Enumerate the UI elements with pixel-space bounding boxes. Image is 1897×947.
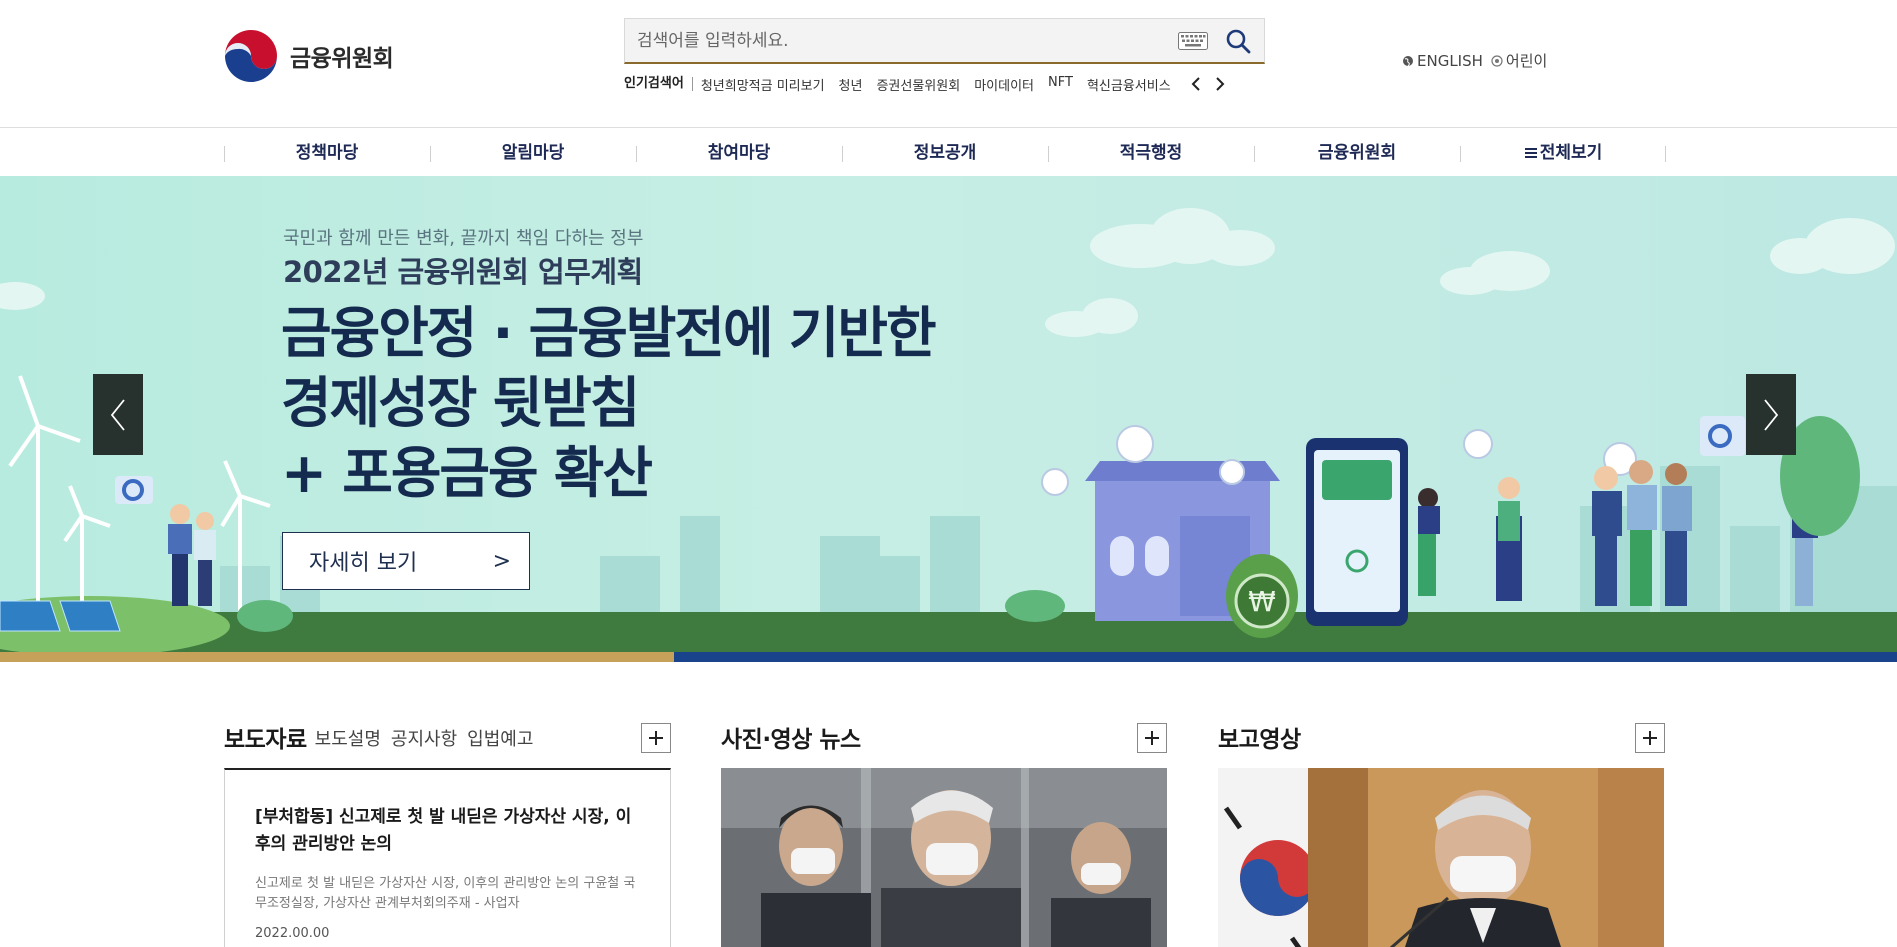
meeting-photo <box>721 768 1167 947</box>
logo-text: 금융위원회 <box>290 46 394 72</box>
press-news-title: [부처합동] 신고제로 첫 발 내딛은 가상자산 시장, 이후의 관리방안 논의 <box>255 807 632 854</box>
child-icon <box>1491 54 1503 67</box>
photo-news-image[interactable] <box>721 768 1167 947</box>
popular-keyword[interactable]: NFT <box>1048 75 1073 94</box>
banner-more-arrow: > <box>492 548 511 574</box>
report-video-header: 보고영상 <box>1218 720 1665 754</box>
menu-icon <box>1524 148 1537 158</box>
banner-next-button[interactable] <box>1746 374 1796 455</box>
press-release-section: 보도자료 보도설명 공지사항 입법예고 [부처합동] 신고제로 첫 발 내딛은 … <box>224 720 671 947</box>
taegeuk-logo-icon <box>225 30 277 82</box>
kids-link-label: 어린이 <box>1505 52 1548 70</box>
nav-item-sitemap[interactable]: 전체보기 <box>1460 138 1666 172</box>
popular-keyword[interactable]: 청년희망적금 미리보기 <box>701 75 825 94</box>
plus-icon <box>1145 731 1159 745</box>
banner-progress-blue <box>674 652 1897 662</box>
nav-item-notice[interactable]: 알림마당 <box>430 138 636 172</box>
popular-keywords-list: 청년희망적금 미리보기 청년 증권선물위원회 마이데이터 NFT 혁신금융서비스… <box>701 75 1181 94</box>
banner-headline: 금융안정 · 금융발전에 기반한 경제성장 뒷받침 + 포용금융 확산 <box>281 298 937 508</box>
main-banner: ₩ 국민과 함께 만든 변화, 끝까지 책임 다하는 정부 2022년 금융위원… <box>0 176 1897 662</box>
kids-link[interactable]: 어린이 <box>1491 50 1547 71</box>
tab-announcement[interactable]: 공지사항 <box>391 725 457 751</box>
banner-progress-bar <box>0 652 1897 662</box>
press-section-header: 보도자료 보도설명 공지사항 입법예고 <box>224 720 671 754</box>
report-video-title[interactable]: 보고영상 <box>1218 720 1301 754</box>
chevron-left-icon <box>1191 77 1200 91</box>
photo-news-header: 사진·영상 뉴스 <box>721 720 1167 754</box>
popular-keywords: 인기검색어 청년희망적금 미리보기 청년 증권선물위원회 마이데이터 NFT 혁… <box>624 72 1229 96</box>
nav-item-proactive-admin[interactable]: 적극행정 <box>1048 138 1254 172</box>
popular-keyword[interactable]: 청년 <box>839 75 863 94</box>
tab-press-explanation[interactable]: 보도설명 <box>315 725 381 751</box>
search-icon <box>1226 29 1251 53</box>
popular-keyword[interactable]: 마이데이터 <box>974 75 1034 94</box>
report-video-image[interactable] <box>1218 768 1664 947</box>
banner-headline-line: 금융안정 · 금융발전에 기반한 <box>281 301 937 365</box>
banner-more-label: 자세히 보기 <box>309 551 418 576</box>
english-link-label: ENGLISH <box>1417 51 1483 70</box>
nav-item-policy[interactable]: 정책마당 <box>224 138 430 172</box>
popular-keyword[interactable]: 증권선물위원회 <box>876 75 960 94</box>
nav-item-participation[interactable]: 참여마당 <box>636 138 842 172</box>
photo-news-section: 사진·영상 뉴스 <box>721 720 1167 947</box>
search-input[interactable] <box>625 19 1178 62</box>
language-links: ENGLISH 어린이 <box>1402 50 1547 71</box>
site-header: 금융위원회 인기검색어 청년희망적금 미리보기 청년 증권선물위원회 마이데이터… <box>0 0 1897 128</box>
chevron-right-icon <box>1764 398 1779 431</box>
press-section-tabs: 보도설명 공지사항 입법예고 <box>315 723 534 751</box>
popular-keywords-label: 인기검색어 <box>624 77 693 91</box>
banner-prev-button[interactable] <box>93 374 143 455</box>
banner-subtitle: 국민과 함께 만든 변화, 끝까지 책임 다하는 정부 <box>283 228 644 249</box>
search-button[interactable] <box>1218 21 1258 61</box>
popular-prev-button[interactable] <box>1187 74 1205 94</box>
press-news-card[interactable]: [부처합동] 신고제로 첫 발 내딛은 가상자산 시장, 이후의 관리방안 논의… <box>224 768 671 947</box>
plus-icon <box>649 731 663 745</box>
svg-text:₩: ₩ <box>1248 585 1276 618</box>
popular-keyword[interactable]: 혁신금융서비스 <box>1087 75 1171 94</box>
globe-icon <box>1403 55 1413 66</box>
site-logo[interactable]: 금융위원회 <box>224 28 394 84</box>
photo-news-title[interactable]: 사진·영상 뉴스 <box>721 720 861 754</box>
report-video-section: 보고영상 <box>1218 720 1665 947</box>
banner-progress-gold <box>0 652 674 662</box>
nav-item-disclosure[interactable]: 정보공개 <box>842 138 1048 172</box>
press-news-desc: 신고제로 첫 발 내딛은 가상자산 시장, 이후의 관리방안 논의 구윤철 국무… <box>255 876 636 911</box>
english-link[interactable]: ENGLISH <box>1402 50 1483 71</box>
banner-headline-line: + 포용금융 확산 <box>281 441 653 505</box>
tab-legislation-notice[interactable]: 입법예고 <box>467 725 533 751</box>
briefing-photo <box>1218 768 1664 947</box>
banner-headline-line: 경제성장 뒷받침 <box>281 371 640 435</box>
report-video-more-button[interactable] <box>1635 723 1665 753</box>
plus-icon <box>1643 731 1657 745</box>
keyboard-icon[interactable] <box>1178 31 1208 50</box>
popular-next-button[interactable] <box>1211 74 1229 94</box>
banner-year-title: 2022년 금융위원회 업무계획 <box>283 255 643 289</box>
photo-news-more-button[interactable] <box>1137 723 1167 753</box>
press-section-title[interactable]: 보도자료 <box>224 720 307 754</box>
nav-item-sitemap-label: 전체보기 <box>1539 143 1603 163</box>
main-navigation: 정책마당 알림마당 참여마당 정보공개 적극행정 금융위원회 전체보기 <box>224 138 1666 172</box>
press-more-button[interactable] <box>641 723 671 753</box>
press-news-date: 2022.00.00 <box>255 926 330 941</box>
search-box <box>624 18 1265 64</box>
chevron-right-icon <box>1216 77 1225 91</box>
chevron-left-icon <box>110 398 125 431</box>
nav-item-fsc[interactable]: 금융위원회 <box>1254 138 1460 172</box>
banner-more-button[interactable]: 자세히 보기 > <box>282 532 530 590</box>
